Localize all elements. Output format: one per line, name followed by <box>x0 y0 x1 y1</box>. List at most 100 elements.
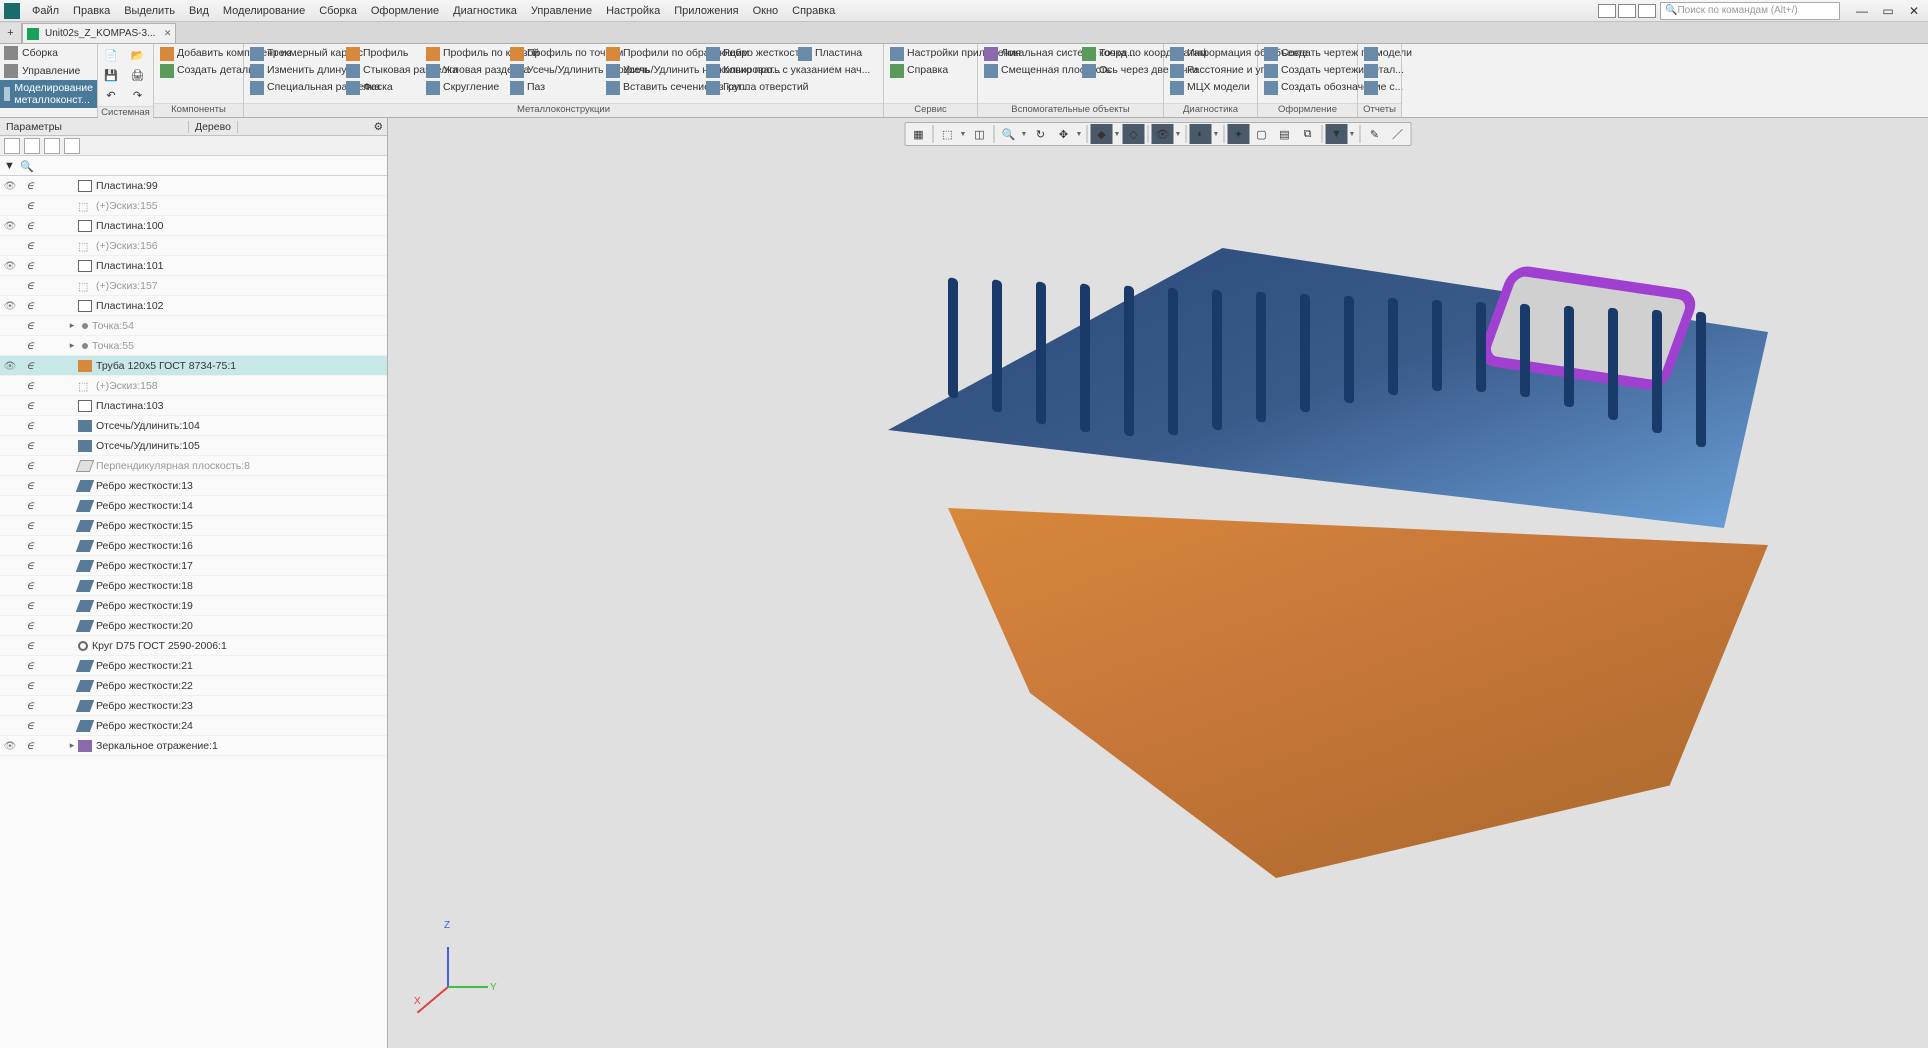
vp-filter-icon[interactable]: ▼ <box>1326 124 1348 144</box>
mode-assembly-button[interactable]: Сборка <box>0 44 97 62</box>
tree-item[interactable]: ∈▸Точка:54 <box>0 316 387 336</box>
vp-ortho-icon[interactable]: ◫ <box>969 124 991 144</box>
copy-button[interactable]: Копировать с указанием нач... <box>704 63 794 79</box>
menu-Моделирование[interactable]: Моделирование <box>217 3 311 19</box>
include-icon[interactable]: ∈ <box>20 560 40 572</box>
redo-icon[interactable]: ↷ <box>127 86 149 104</box>
tree-tool-3[interactable] <box>44 138 60 154</box>
include-icon[interactable]: ∈ <box>20 280 40 292</box>
include-icon[interactable]: ∈ <box>20 400 40 412</box>
tree-item[interactable]: ∈Труба 120x5 ГОСТ 8734-75:1 <box>0 356 387 376</box>
include-icon[interactable]: ∈ <box>20 240 40 252</box>
angle-cut-button[interactable]: Угловая разделка <box>424 63 506 79</box>
tree-item[interactable]: ∈Пластина:101 <box>0 256 387 276</box>
profiles-by-guides-button[interactable]: Профили по образующим <box>604 46 702 62</box>
include-icon[interactable]: ∈ <box>20 620 40 632</box>
include-icon[interactable]: ∈ <box>20 720 40 732</box>
trim-profile-button[interactable]: Усечь/Удлинить профиль <box>508 63 602 79</box>
command-search-input[interactable]: 🔍 Поиск по командам (Alt+/) <box>1660 2 1840 20</box>
include-icon[interactable]: ∈ <box>20 300 40 312</box>
include-icon[interactable]: ∈ <box>20 180 40 192</box>
include-icon[interactable]: ∈ <box>20 520 40 532</box>
menu-Выделить[interactable]: Выделить <box>118 3 181 19</box>
include-icon[interactable]: ∈ <box>20 480 40 492</box>
visibility-icon[interactable] <box>4 740 17 752</box>
fillet-button[interactable]: Скругление <box>424 80 506 96</box>
hole-group-button[interactable]: Группа отверстий <box>704 80 794 96</box>
vp-section-icon[interactable]: ◐ <box>1190 124 1212 144</box>
report-button-1[interactable] <box>1362 46 1380 62</box>
close-button[interactable]: ✕ <box>1904 3 1924 19</box>
chamfer-button[interactable]: Фаска <box>344 80 422 96</box>
tab-close-icon[interactable]: ✕ <box>164 28 172 39</box>
profile-points-button[interactable]: Профиль по точкам <box>508 46 602 62</box>
report-button-3[interactable] <box>1362 80 1380 96</box>
document-tab[interactable]: Unit02s_Z_KOMPAS-3... ✕ <box>22 23 176 43</box>
include-icon[interactable]: ∈ <box>20 340 40 352</box>
menu-Оформление[interactable]: Оформление <box>365 3 445 19</box>
include-icon[interactable]: ∈ <box>20 540 40 552</box>
vp-pencil-icon[interactable]: ／ <box>1387 124 1409 144</box>
tree-tool-1[interactable] <box>4 138 20 154</box>
menu-Диагностика[interactable]: Диагностика <box>447 3 523 19</box>
new-tab-button[interactable]: + <box>0 23 22 43</box>
mode-modeling-button[interactable]: Моделирование металлоконст... <box>0 80 97 108</box>
vp-hide-icon[interactable]: 👁 <box>1152 124 1174 144</box>
menu-Приложения[interactable]: Приложения <box>668 3 744 19</box>
tree-item[interactable]: ∈Отсечь/Удлинить:104 <box>0 416 387 436</box>
vp-tool-icon[interactable]: ✦ <box>1228 124 1250 144</box>
tree-tool-4[interactable] <box>64 138 80 154</box>
tree-item[interactable]: ∈Круг D75 ГОСТ 2590-2006:1 <box>0 636 387 656</box>
vp-pan-icon[interactable]: ✥ <box>1053 124 1075 144</box>
new-file-icon[interactable]: 📄 <box>100 46 122 64</box>
minimize-button[interactable]: — <box>1852 3 1872 19</box>
layout-icon-1[interactable] <box>1598 4 1616 18</box>
tree-item[interactable]: ∈Ребро жесткости:17 <box>0 556 387 576</box>
tree-item[interactable]: ∈(+)Эскиз:156 <box>0 236 387 256</box>
include-icon[interactable]: ∈ <box>20 360 40 372</box>
expand-icon[interactable]: ▸ <box>66 740 78 751</box>
butt-cut-button[interactable]: Стыковая разделка <box>344 63 422 79</box>
vp-box-icon[interactable]: ▢ <box>1251 124 1273 144</box>
tree-item[interactable]: ∈Ребро жесткости:14 <box>0 496 387 516</box>
tree-item[interactable]: ∈Пластина:100 <box>0 216 387 236</box>
tree-item[interactable]: ∈Отсечь/Удлинить:105 <box>0 436 387 456</box>
open-file-icon[interactable]: 📂 <box>127 46 149 64</box>
tree-item[interactable]: ∈Ребро жесткости:16 <box>0 536 387 556</box>
tree-item[interactable]: ∈(+)Эскиз:157 <box>0 276 387 296</box>
visibility-icon[interactable] <box>4 260 17 272</box>
visibility-icon[interactable] <box>4 220 17 232</box>
mode-manage-button[interactable]: Управление <box>0 62 97 80</box>
tree-tool-2[interactable] <box>24 138 40 154</box>
lcs-button[interactable]: Локальная система коорд... <box>982 46 1078 62</box>
tree-item[interactable]: ∈Ребро жесткости:23 <box>0 696 387 716</box>
change-length-button[interactable]: Изменить длину <box>248 63 342 79</box>
panel-tab-tree[interactable]: Дерево <box>188 121 238 133</box>
tree-item[interactable]: ∈Ребро жесткости:13 <box>0 476 387 496</box>
menu-Управление[interactable]: Управление <box>525 3 598 19</box>
include-icon[interactable]: ∈ <box>20 600 40 612</box>
vp-shade-icon[interactable]: ◆ <box>1091 124 1113 144</box>
profile-curve-button[interactable]: Профиль по кривой <box>424 46 506 62</box>
rib-button[interactable]: Ребро жесткости <box>704 46 794 62</box>
panel-tab-params[interactable]: Параметры <box>0 121 68 133</box>
tree-item[interactable]: ∈Ребро жесткости:15 <box>0 516 387 536</box>
point-coord-button[interactable]: Точка по координатам <box>1080 46 1162 62</box>
special-cut-button[interactable]: Специальная разделка <box>248 80 342 96</box>
tree-item[interactable]: ∈▸Точка:55 <box>0 336 387 356</box>
frame3d-button[interactable]: Трехмерный каркас <box>248 46 342 62</box>
plate-button[interactable]: Пластина <box>796 46 866 62</box>
include-icon[interactable]: ∈ <box>20 220 40 232</box>
include-icon[interactable]: ∈ <box>20 460 40 472</box>
tree-item[interactable]: ∈Ребро жесткости:19 <box>0 596 387 616</box>
visibility-icon[interactable] <box>4 300 17 312</box>
axis-2pt-button[interactable]: Ось через две точки <box>1080 63 1162 79</box>
include-icon[interactable]: ∈ <box>20 500 40 512</box>
tree-item[interactable]: ∈▸Зеркальное отражение:1 <box>0 736 387 756</box>
axis-gizmo[interactable]: Z Y X <box>418 928 498 1008</box>
vp-layers-icon[interactable]: ▤ <box>1274 124 1296 144</box>
menu-Сборка[interactable]: Сборка <box>313 3 363 19</box>
include-icon[interactable]: ∈ <box>20 700 40 712</box>
tree-item[interactable]: ∈Ребро жесткости:21 <box>0 656 387 676</box>
include-icon[interactable]: ∈ <box>20 660 40 672</box>
